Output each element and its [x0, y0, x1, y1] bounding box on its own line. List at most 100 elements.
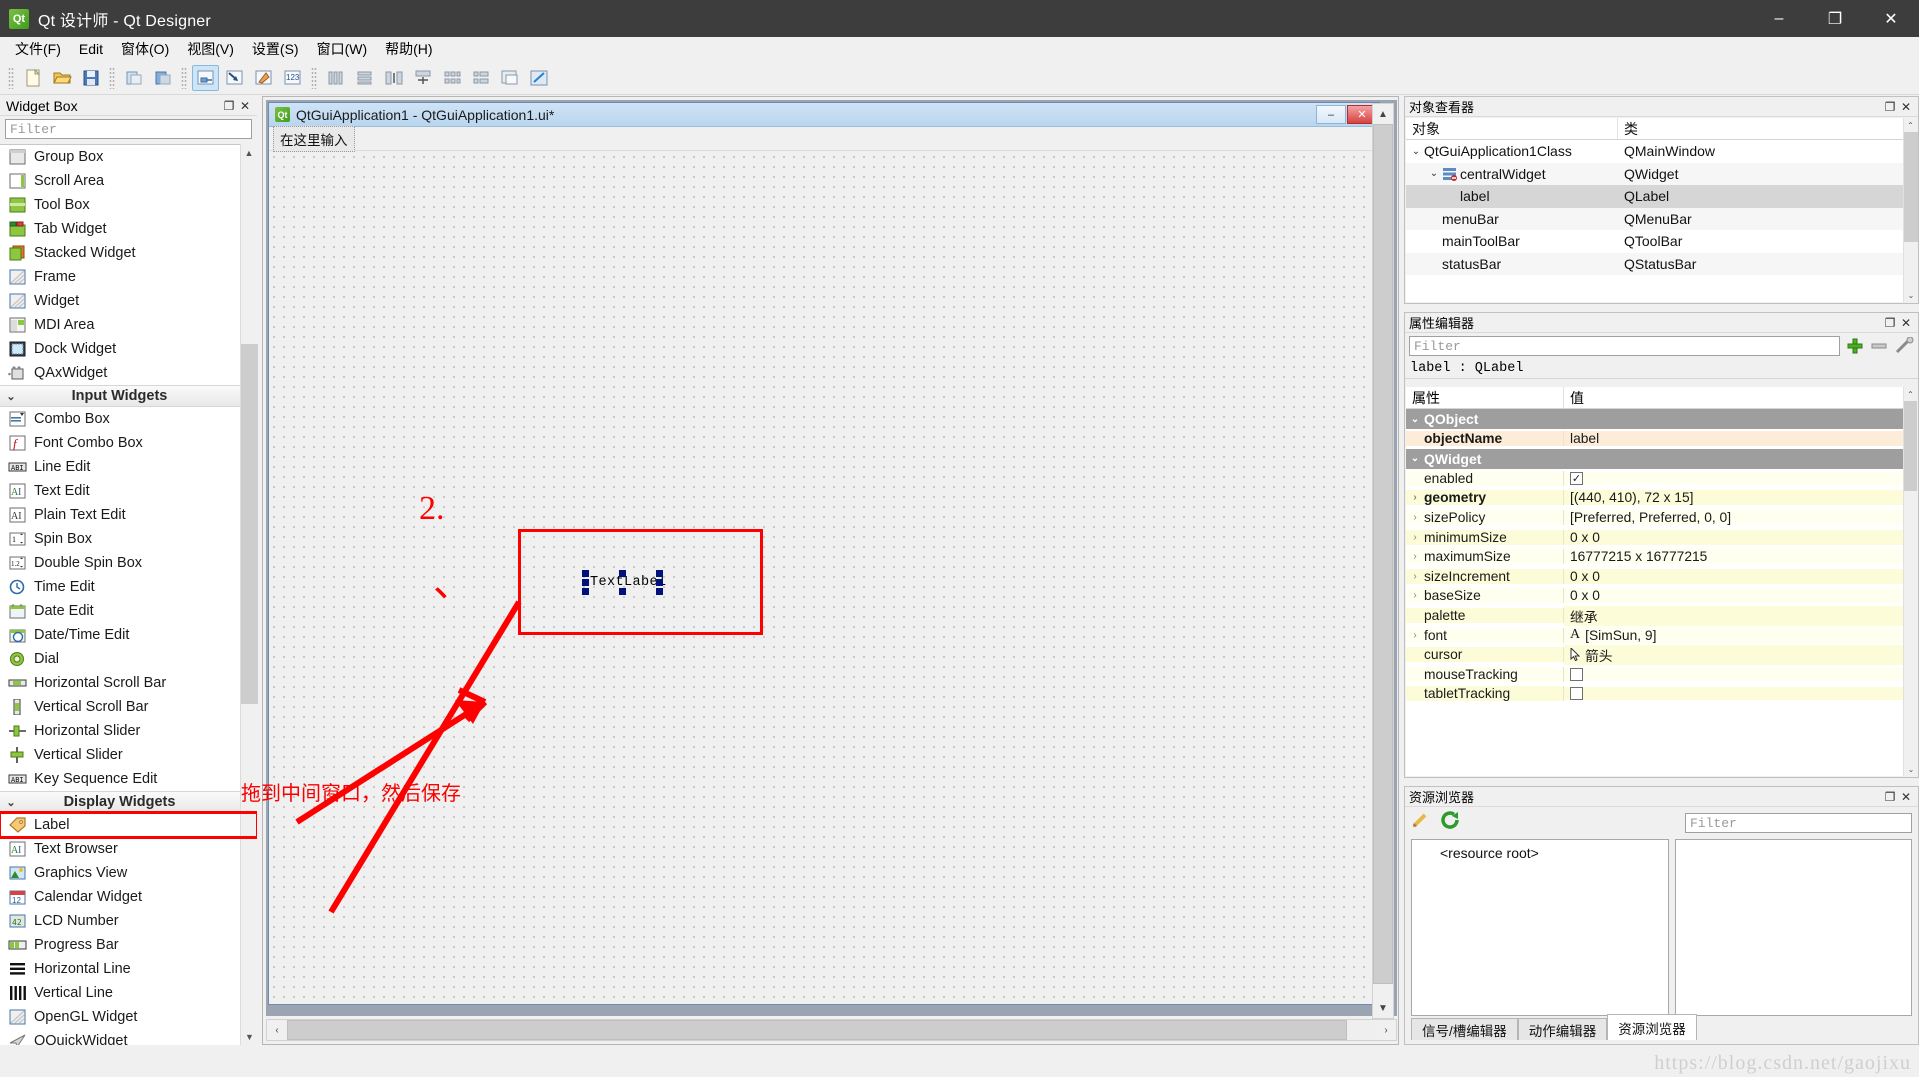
property-filter-input[interactable]: Filter [1409, 336, 1840, 356]
scroll-up-icon[interactable]: ⌃ [1904, 118, 1917, 132]
chevron-right-icon[interactable]: › [1406, 630, 1424, 641]
chevron-right-icon[interactable]: › [1406, 492, 1424, 503]
remove-property-icon[interactable] [1870, 341, 1888, 351]
property-value-cell[interactable]: A [SimSun, 9] [1564, 627, 1917, 644]
checkbox-unchecked-icon[interactable] [1570, 667, 1583, 681]
undo-button[interactable] [120, 65, 147, 91]
pencil-edit-icon[interactable] [1411, 811, 1431, 829]
layout-splitter-vertical-button[interactable] [409, 65, 436, 91]
widget-item-vertical-slider[interactable]: Vertical Slider [0, 743, 257, 767]
scrollbar-thumb[interactable] [1904, 132, 1918, 242]
resource-root-item[interactable]: <resource root> [1412, 840, 1668, 861]
resource-preview-pane[interactable] [1675, 839, 1912, 1016]
layout-splitter-horizontal-button[interactable] [380, 65, 407, 91]
scrollbar-thumb[interactable] [287, 1020, 1347, 1040]
property-row-cursor[interactable]: cursor 箭头 [1406, 644, 1917, 665]
widget-item-horizontal-slider[interactable]: Horizontal Slider [0, 719, 257, 743]
chevron-down-icon[interactable]: ⌄ [1408, 146, 1424, 157]
resize-handle-right[interactable] [656, 579, 663, 586]
maximize-button[interactable]: ❐ [1807, 0, 1863, 37]
widget-item-font-combo-box[interactable]: f Font Combo Box [0, 431, 257, 455]
add-property-icon[interactable] [1846, 337, 1864, 355]
property-value-cell[interactable]: 箭头 [1564, 644, 1917, 665]
object-tree-row[interactable]: label QLabel [1406, 185, 1917, 208]
property-row-minimumSize[interactable]: › minimumSize 0 x 0 [1406, 527, 1917, 547]
property-row-sizePolicy[interactable]: › sizePolicy [Preferred, Preferred, 0, 0] [1406, 508, 1917, 528]
widget-item-opengl-widget[interactable]: OpenGL Widget [0, 1005, 257, 1029]
form-minimize-button[interactable]: – [1316, 105, 1346, 124]
chevron-right-icon[interactable]: › [1406, 590, 1424, 601]
property-value-cell[interactable] [1564, 667, 1917, 681]
scroll-right-icon[interactable]: › [1376, 1020, 1396, 1040]
resource-filter-input[interactable]: Filter [1685, 813, 1912, 833]
property-value-cell[interactable]: 16777215 x 16777215 [1564, 549, 1917, 565]
widget-item-stacked-widget[interactable]: Stacked Widget [0, 241, 257, 265]
chevron-right-icon[interactable]: › [1406, 571, 1424, 582]
close-icon[interactable]: ✕ [237, 98, 253, 114]
close-icon[interactable]: ✕ [1898, 99, 1914, 115]
chevron-right-icon[interactable]: › [1406, 512, 1424, 523]
property-group-qobject[interactable]: ⌄ QObject [1406, 409, 1917, 429]
menu-window[interactable]: 窗口(W) [308, 36, 377, 62]
object-tree-row[interactable]: ⌄ QtGuiApplication1Class QMainWindow [1406, 140, 1917, 163]
widget-item-lcd-number[interactable]: 42 LCD Number [0, 909, 257, 933]
widget-item-qaxwidget[interactable]: QAxWidget [0, 361, 257, 385]
property-value-cell[interactable]: 0 x 0 [1564, 529, 1917, 545]
edit-tab-order-button[interactable]: 123 [279, 65, 306, 91]
object-inspector-scrollbar[interactable]: ⌃ ⌄ [1903, 118, 1918, 302]
scroll-down-icon[interactable]: ▼ [241, 1028, 258, 1045]
toolbar-grip[interactable] [109, 66, 115, 89]
widget-item-vertical-scroll-bar[interactable]: Vertical Scroll Bar [0, 695, 257, 719]
toolbar-grip[interactable] [311, 66, 317, 89]
scrollbar-thumb[interactable] [241, 344, 258, 704]
widget-item-combo-box[interactable]: Combo Box [0, 407, 257, 431]
property-editor-scrollbar[interactable]: ⌃ ⌄ [1903, 387, 1917, 776]
widget-item-qquickwidget[interactable]: QQuickWidget [0, 1029, 257, 1045]
widget-item-group-box[interactable]: Group Box [0, 145, 257, 169]
object-tree-row[interactable]: menuBar QMenuBar [1406, 207, 1917, 230]
edit-widgets-button[interactable] [192, 64, 219, 91]
bottom-tab-0[interactable]: 信号/槽编辑器 [1411, 1018, 1518, 1040]
widget-item-date-edit[interactable]: Date Edit [0, 599, 257, 623]
property-group-qwidget[interactable]: ⌄ QWidget [1406, 448, 1917, 469]
close-icon[interactable]: ✕ [1898, 315, 1914, 331]
property-row-maximumSize[interactable]: › maximumSize 16777215 x 16777215 [1406, 547, 1917, 567]
redo-button[interactable] [149, 65, 176, 91]
property-value-cell[interactable]: 0 x 0 [1564, 588, 1917, 604]
open-form-button[interactable] [48, 65, 75, 91]
widget-box-list[interactable]: Group Box Scroll Area Tool Box Tab Widget St… [0, 144, 257, 1045]
property-value-cell[interactable]: ✓ [1564, 471, 1917, 485]
layout-horizontally-button[interactable] [322, 65, 349, 91]
float-icon[interactable]: ❐ [1882, 315, 1898, 331]
bottom-tab-2[interactable]: 资源浏览器 [1607, 1014, 1697, 1040]
scroll-up-icon[interactable]: ▲ [241, 144, 257, 161]
form-menubar-placeholder[interactable]: 在这里输入 [273, 125, 355, 152]
form-menubar[interactable]: 在这里输入 [269, 125, 1379, 152]
menu-file[interactable]: 文件(F) [6, 36, 70, 62]
layout-form-button[interactable] [467, 65, 494, 91]
object-inspector-tree[interactable]: ⌄ QtGuiApplication1Class QMainWindow ⌄ centr… [1406, 140, 1917, 275]
scrollbar-thumb[interactable] [1373, 124, 1393, 984]
scroll-down-icon[interactable]: ▼ [1373, 998, 1393, 1018]
float-icon[interactable]: ❐ [1882, 789, 1898, 805]
bottom-dock-tabs[interactable]: 信号/槽编辑器 动作编辑器 资源浏览器 [1411, 1014, 1697, 1040]
object-tree-row[interactable]: statusBar QStatusBar [1406, 252, 1917, 275]
widget-item-horizontal-line[interactable]: Horizontal Line [0, 957, 257, 981]
reload-icon[interactable] [1441, 811, 1461, 829]
object-tree-row[interactable]: ⌄ centralWidget QWidget [1406, 162, 1917, 185]
toolbar-grip[interactable] [181, 66, 187, 89]
scrollbar-track[interactable] [287, 1020, 1376, 1040]
resource-tree-pane[interactable]: <resource root> [1411, 839, 1669, 1016]
widget-item-line-edit[interactable]: ABI Line Edit [0, 455, 257, 479]
property-row-font[interactable]: › font A [SimSun, 9] [1406, 625, 1917, 645]
chevron-right-icon[interactable]: › [1406, 532, 1424, 543]
menu-help[interactable]: 帮助(H) [376, 36, 441, 62]
float-icon[interactable]: ❐ [1882, 99, 1898, 115]
widget-item-horizontal-scroll-bar[interactable]: Horizontal Scroll Bar [0, 671, 257, 695]
scrollbar-thumb[interactable] [1904, 401, 1917, 491]
property-row-baseSize[interactable]: › baseSize 0 x 0 [1406, 586, 1917, 606]
menu-edit[interactable]: Edit [70, 38, 112, 60]
scroll-up-icon[interactable]: ⌃ [1904, 387, 1917, 401]
property-row-objectName[interactable]: objectName label [1406, 429, 1917, 449]
layout-grid-button[interactable] [438, 65, 465, 91]
